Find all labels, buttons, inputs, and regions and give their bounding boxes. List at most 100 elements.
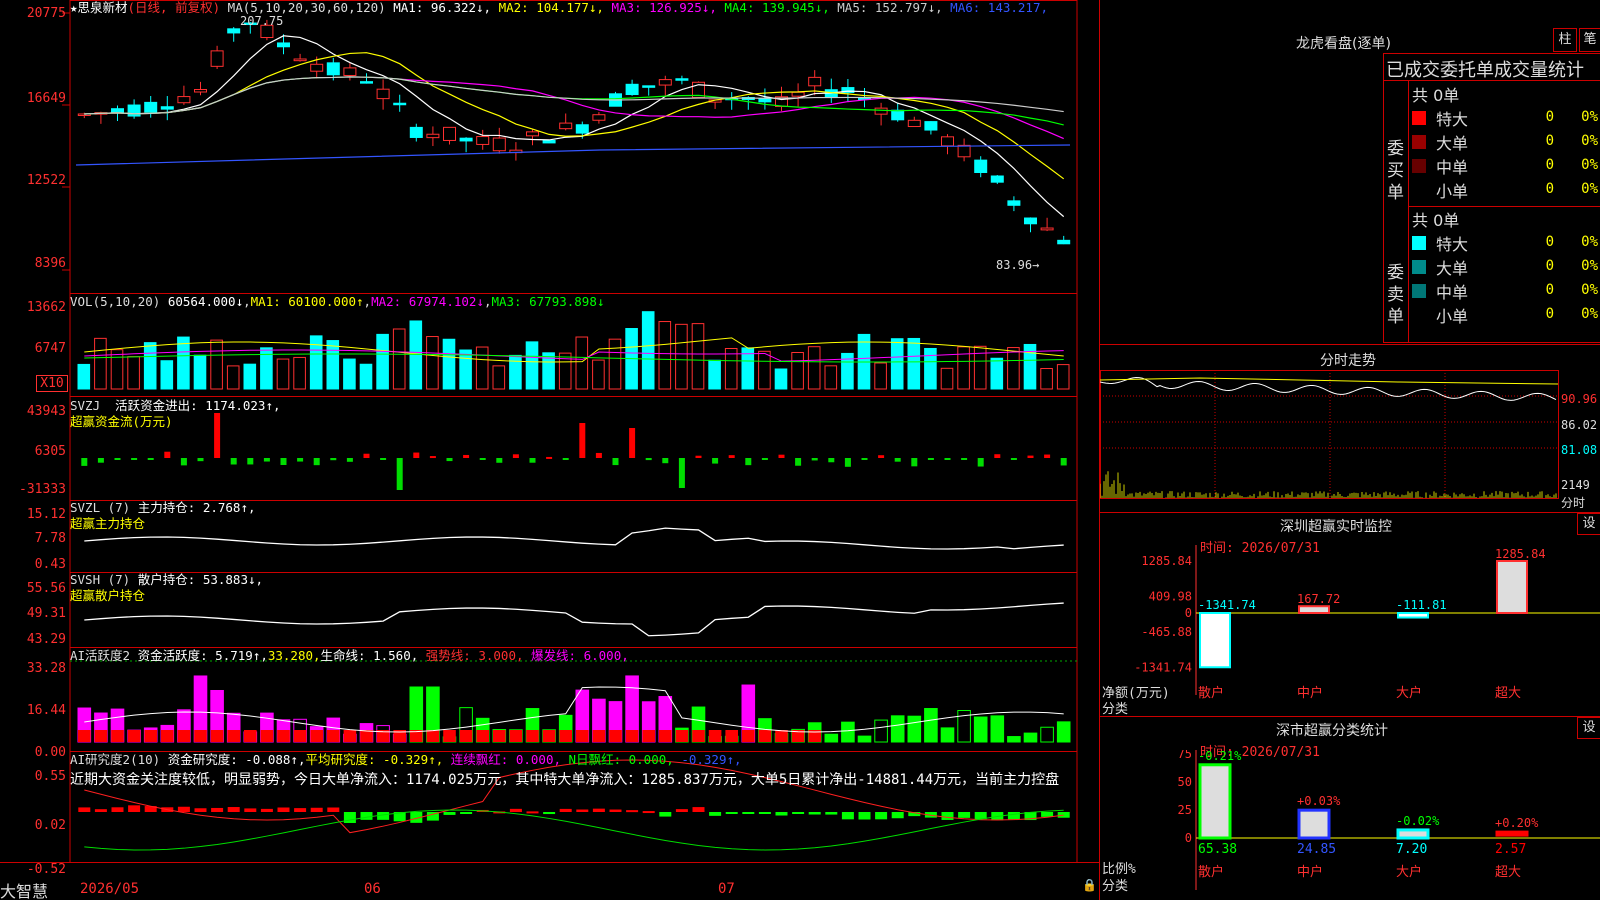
- ma-value: MA5: 152.797↓,: [829, 0, 943, 15]
- lock-icon[interactable]: 🔒: [1082, 878, 1097, 892]
- fund-flow-bar: [994, 454, 1001, 458]
- research-bar: [360, 812, 373, 820]
- fund-flow-bar: [147, 458, 154, 460]
- activity-base-bar: [609, 730, 622, 742]
- volume-bar: [608, 338, 622, 390]
- candle-body: [658, 79, 672, 86]
- volume-bar: [807, 346, 821, 390]
- candle-body: [227, 28, 241, 34]
- fund-flow-bar: [1060, 458, 1067, 466]
- svzl-tick: 0.43: [34, 557, 66, 572]
- sz-monitor-bar-label: -111.81: [1396, 598, 1447, 612]
- legend-swatch: [1412, 260, 1426, 274]
- volume-bar: [94, 337, 107, 390]
- ai2-tick: -0.52: [26, 862, 66, 877]
- candle-body: [360, 81, 373, 84]
- fund-flow-bar: [844, 458, 851, 467]
- research-bar: [709, 812, 722, 816]
- bar-mode-button[interactable]: 柱: [1553, 28, 1577, 52]
- fund-flow-bar: [297, 458, 304, 462]
- candle-body: [642, 85, 656, 88]
- research-bar: [526, 811, 539, 814]
- research-line: [84, 759, 1064, 834]
- ma-value: MA4: 139.945↓,: [716, 0, 830, 15]
- sz-class-chart: 75 50 25 0 -0.21% 65.38 散户 +0.03% 24.85 中户 -0.02% 7…: [1178, 750, 1600, 890]
- activity-base-bar: [659, 730, 672, 742]
- fund-flow-bar: [463, 454, 470, 458]
- sz-monitor-category: 大户: [1396, 685, 1422, 701]
- sz-monitor-bar-label: 1285.84: [1495, 547, 1546, 561]
- activity-bar: [857, 735, 872, 743]
- candle-body: [1040, 227, 1054, 231]
- research-bar: [260, 808, 273, 812]
- research-bar: [343, 812, 356, 823]
- sz-class-xlabel: 分类: [1102, 879, 1129, 894]
- activity-bar: [990, 715, 1005, 743]
- activity-base-bar: [742, 730, 755, 742]
- sz-monitor-bar: [1397, 612, 1429, 619]
- research-bar: [443, 812, 456, 815]
- sz-class-settings-button[interactable]: 设: [1577, 717, 1600, 739]
- volume-bar: [409, 320, 423, 390]
- volume-bar: [874, 362, 887, 390]
- research-bar: [1007, 812, 1020, 820]
- sz-monitor-tick: 409.98: [1149, 589, 1192, 603]
- volume-bar: [957, 346, 970, 390]
- order-count: 0: [1545, 282, 1554, 298]
- research-bar: [659, 812, 672, 817]
- research-bar: [94, 809, 107, 812]
- fund-flow-bar: [778, 454, 785, 458]
- candle-body: [111, 108, 124, 113]
- fund-flow-bar: [761, 458, 768, 460]
- sz-class-value: 65.38: [1198, 842, 1237, 857]
- research-bar: [128, 805, 141, 812]
- app-window: ★思泉新材(日线, 前复权) MA(5,10,20,30,60,120) MA1…: [0, 0, 1600, 900]
- fund-flow-bar: [429, 456, 436, 459]
- volume-bar: [940, 367, 954, 390]
- activity-base-bar: [725, 730, 738, 742]
- volume-bar: [824, 365, 838, 390]
- candle-body: [592, 114, 606, 121]
- intraday-chart[interactable]: [1100, 370, 1600, 512]
- fund-flow-bar: [330, 458, 337, 461]
- fund-flow-bar: [380, 458, 387, 460]
- research-bar: [642, 811, 655, 814]
- research-bar: [792, 812, 805, 814]
- volume-bar: [758, 350, 771, 390]
- fund-flow-bar: [131, 458, 138, 460]
- sz-monitor-settings-button[interactable]: 设: [1577, 513, 1600, 535]
- svsh-tick: 55.56: [26, 581, 66, 596]
- fund-flow-bar: [446, 458, 453, 462]
- sz-class-change: +0.20%: [1495, 816, 1539, 830]
- candle-body: [443, 126, 456, 141]
- sz-class-tick: 0: [1185, 831, 1192, 845]
- candle-body: [210, 50, 224, 67]
- moving-average-lines: [75, 35, 1071, 218]
- sz-monitor-bar: [1199, 612, 1231, 669]
- panel-frame: [69, 751, 1078, 863]
- activity-base-bar: [493, 730, 506, 742]
- activity-base-bar: [94, 730, 108, 742]
- svsh-tick: 49.31: [26, 606, 66, 621]
- candle-body: [1024, 217, 1037, 225]
- activity-base-bar: [177, 730, 191, 742]
- order-percent: 0%: [1581, 157, 1598, 173]
- activity-bar: [874, 719, 888, 743]
- activity-base-bar: [459, 730, 473, 742]
- order-percent: 0%: [1581, 133, 1598, 149]
- candle-body: [160, 106, 174, 110]
- fund-flow-bar: [164, 451, 171, 458]
- intraday-tick: 86.02: [1561, 418, 1598, 432]
- activity-base-bar: [625, 730, 639, 742]
- activity-bar: [841, 721, 855, 743]
- intraday-tick: 90.96: [1561, 392, 1598, 406]
- candle-body: [409, 126, 423, 138]
- candle-body: [559, 122, 573, 130]
- tick-mode-button[interactable]: 笔: [1579, 28, 1600, 52]
- svzj-tick: 6305: [34, 444, 66, 459]
- research-bar: [825, 812, 838, 815]
- legend-swatch: [1412, 284, 1426, 298]
- sell-orders-label: 委卖单: [1387, 263, 1404, 327]
- fund-flow-bar: [828, 458, 835, 463]
- candle-body: [310, 63, 324, 72]
